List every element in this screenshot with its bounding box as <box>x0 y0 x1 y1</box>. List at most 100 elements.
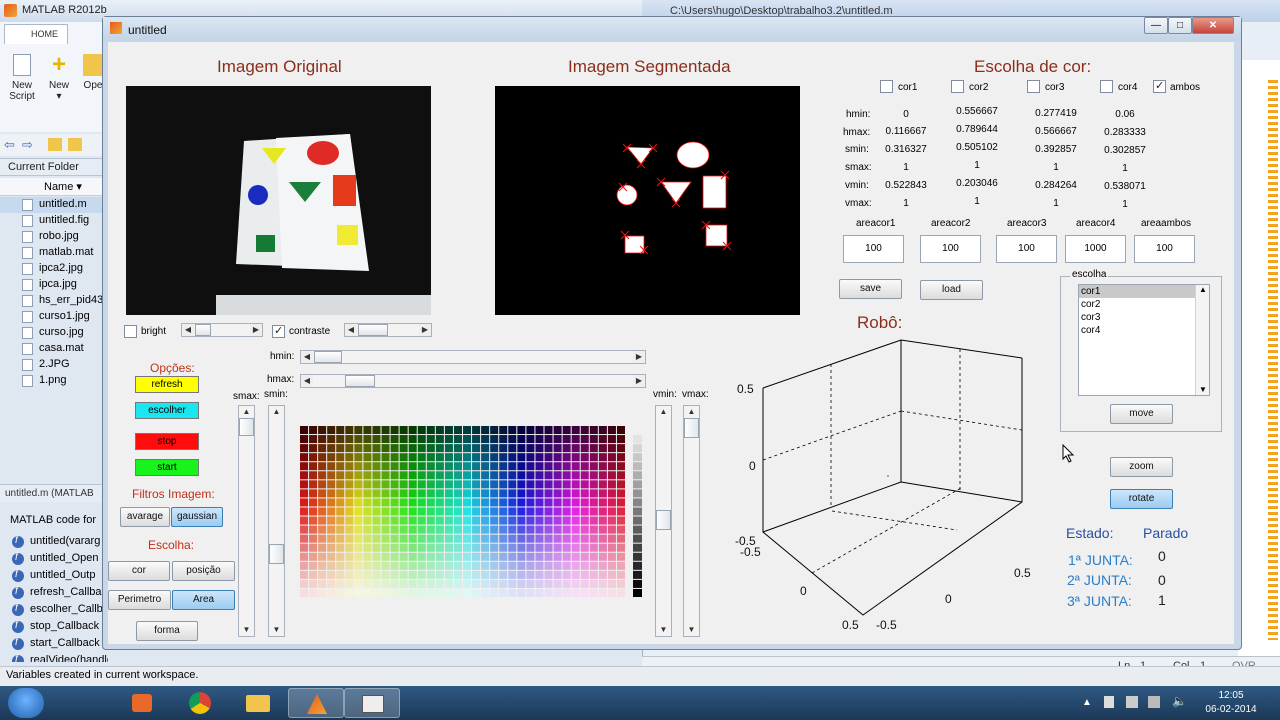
color-swatch[interactable] <box>544 534 553 543</box>
color-swatch[interactable] <box>444 579 453 588</box>
file-row[interactable]: curso.jpg <box>0 325 108 341</box>
color-swatch[interactable] <box>363 453 372 462</box>
color-swatch[interactable] <box>381 498 390 507</box>
color-swatch[interactable] <box>363 543 372 552</box>
color-swatch[interactable] <box>444 489 453 498</box>
color-swatch[interactable] <box>372 507 381 516</box>
color-swatch[interactable] <box>381 426 390 435</box>
vmax-slider[interactable]: ▲ ▼ <box>683 405 700 637</box>
color-swatch[interactable] <box>426 444 435 453</box>
color-swatch[interactable] <box>535 588 544 597</box>
slider-up-arrow-icon[interactable]: ▲ <box>656 406 671 418</box>
color-swatch[interactable] <box>472 471 481 480</box>
color-swatch[interactable] <box>309 534 318 543</box>
color-swatch[interactable] <box>435 498 444 507</box>
color-swatch[interactable] <box>580 498 589 507</box>
color-swatch[interactable] <box>463 516 472 525</box>
color-swatch[interactable] <box>508 435 517 444</box>
color-swatch[interactable] <box>363 426 372 435</box>
color-swatch[interactable] <box>354 426 363 435</box>
color-swatch[interactable] <box>426 561 435 570</box>
color-swatch[interactable] <box>616 444 625 453</box>
color-swatch[interactable] <box>444 552 453 561</box>
color-swatch[interactable] <box>463 489 472 498</box>
color-swatch[interactable] <box>354 453 363 462</box>
color-swatch[interactable] <box>481 498 490 507</box>
color-swatch[interactable] <box>463 453 472 462</box>
color-swatch[interactable] <box>553 579 562 588</box>
color-swatch[interactable] <box>453 552 462 561</box>
color-swatch[interactable] <box>553 471 562 480</box>
file-row[interactable]: 1.png <box>0 373 108 389</box>
color-swatch[interactable] <box>426 534 435 543</box>
color-swatch[interactable] <box>426 480 435 489</box>
color-swatch[interactable] <box>499 453 508 462</box>
color-swatch[interactable] <box>544 552 553 561</box>
color-swatch[interactable] <box>399 570 408 579</box>
color-swatch[interactable] <box>300 462 309 471</box>
color-swatch[interactable] <box>363 480 372 489</box>
color-swatch[interactable] <box>490 579 499 588</box>
color-swatch[interactable] <box>616 453 625 462</box>
color-swatch[interactable] <box>598 561 607 570</box>
color-swatch[interactable] <box>444 570 453 579</box>
slider-left-arrow-icon[interactable]: ◀ <box>345 324 357 336</box>
color-swatch[interactable] <box>544 570 553 579</box>
color-swatch[interactable] <box>336 543 345 552</box>
color-swatch[interactable] <box>463 498 472 507</box>
function-row[interactable]: refresh_Callba <box>0 585 108 602</box>
color-swatch[interactable] <box>526 588 535 597</box>
color-swatch[interactable] <box>580 471 589 480</box>
file-row[interactable]: curso1.jpg <box>0 309 108 325</box>
color-swatch[interactable] <box>327 552 336 561</box>
color-swatch[interactable] <box>517 498 526 507</box>
color-swatch[interactable] <box>318 498 327 507</box>
slider-thumb[interactable] <box>684 418 699 438</box>
color-swatch[interactable] <box>390 435 399 444</box>
color-swatch[interactable] <box>444 516 453 525</box>
color-swatch[interactable] <box>580 579 589 588</box>
color-swatch[interactable] <box>553 453 562 462</box>
escolha-list-item[interactable]: cor1 <box>1079 285 1209 298</box>
color-swatch[interactable] <box>571 426 580 435</box>
color-swatch[interactable] <box>336 561 345 570</box>
color-swatch[interactable] <box>562 426 571 435</box>
color-swatch[interactable] <box>517 507 526 516</box>
cor4-checkbox[interactable] <box>1100 80 1113 93</box>
color-swatch[interactable] <box>417 498 426 507</box>
color-swatch[interactable] <box>589 570 598 579</box>
color-swatch[interactable] <box>318 588 327 597</box>
color-swatch[interactable] <box>517 471 526 480</box>
color-swatch[interactable] <box>544 561 553 570</box>
color-swatch[interactable] <box>354 462 363 471</box>
color-swatch[interactable] <box>426 453 435 462</box>
color-swatch[interactable] <box>399 471 408 480</box>
color-swatch[interactable] <box>327 588 336 597</box>
color-swatch[interactable] <box>372 498 381 507</box>
color-swatch[interactable] <box>526 480 535 489</box>
name-column-header[interactable]: Name ▾ <box>0 178 108 196</box>
color-swatch[interactable] <box>598 534 607 543</box>
color-swatch[interactable] <box>607 588 616 597</box>
new-button[interactable]: + New ▾ <box>44 53 74 103</box>
color-swatch[interactable] <box>426 471 435 480</box>
color-swatch[interactable] <box>616 579 625 588</box>
color-swatch[interactable] <box>526 426 535 435</box>
color-swatch[interactable] <box>589 525 598 534</box>
color-swatch[interactable] <box>562 534 571 543</box>
color-swatch[interactable] <box>408 534 417 543</box>
color-swatch[interactable] <box>318 579 327 588</box>
color-swatch[interactable] <box>417 579 426 588</box>
color-swatch[interactable] <box>381 480 390 489</box>
color-swatch[interactable] <box>517 516 526 525</box>
color-swatch[interactable] <box>390 498 399 507</box>
color-swatch[interactable] <box>300 579 309 588</box>
color-swatch[interactable] <box>580 435 589 444</box>
color-swatch[interactable] <box>481 444 490 453</box>
color-swatch[interactable] <box>463 426 472 435</box>
color-swatch[interactable] <box>607 507 616 516</box>
color-swatch[interactable] <box>508 498 517 507</box>
color-swatch[interactable] <box>544 525 553 534</box>
color-swatch[interactable] <box>607 462 616 471</box>
color-swatch[interactable] <box>381 462 390 471</box>
